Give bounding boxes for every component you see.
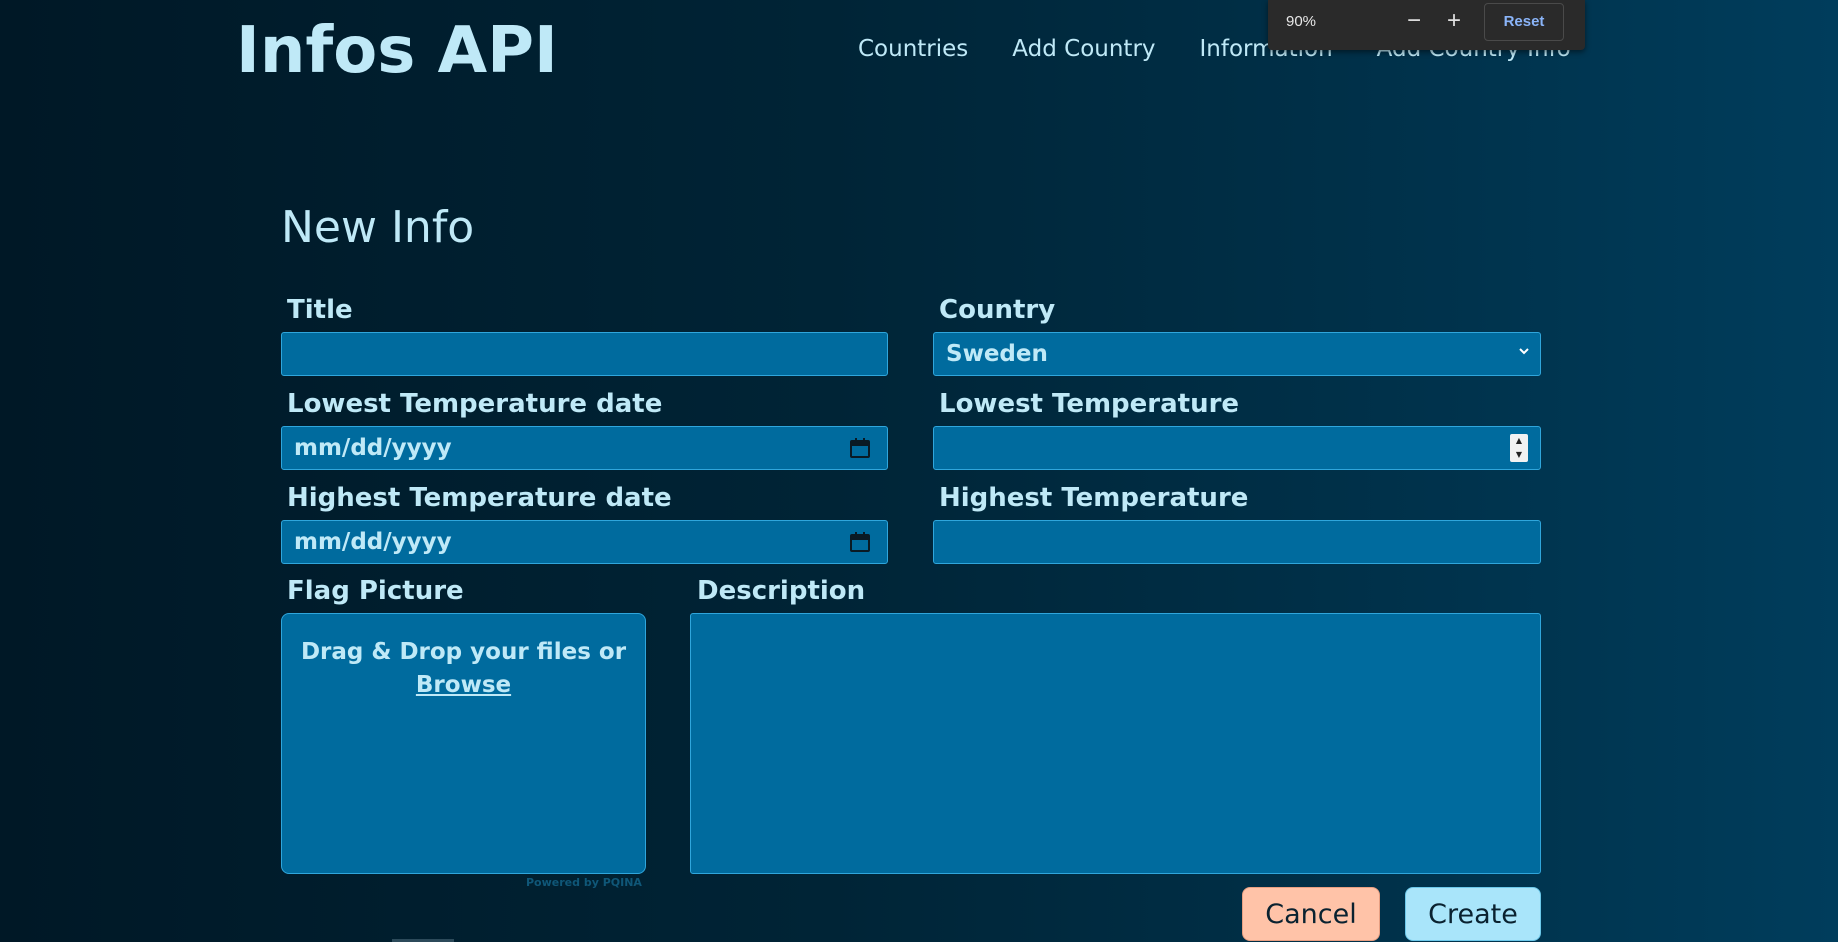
flag-drop-zone[interactable]: Drag & Drop your files or Browse <box>281 613 646 874</box>
drop-zone-text: Drag & Drop your files or Browse <box>282 636 645 702</box>
nav-link-countries[interactable]: Countries <box>858 36 968 62</box>
drop-zone-instructions: Drag & Drop your files or <box>300 639 627 665</box>
powered-by-credit[interactable]: Powered by PQINA <box>526 876 642 889</box>
calendar-icon[interactable] <box>849 531 871 553</box>
zoom-in-button[interactable]: + <box>1439 6 1469 36</box>
highest-temp-date-placeholder: mm/dd/yyyy <box>294 529 452 555</box>
number-spinner[interactable]: ▲ ▼ <box>1510 434 1528 462</box>
highest-temp-label: Highest Temperature <box>939 483 1249 513</box>
country-select[interactable]: Sweden <box>933 332 1541 376</box>
zoom-level: 90% <box>1286 13 1317 30</box>
lowest-temp-date-input[interactable]: mm/dd/yyyy <box>281 426 888 470</box>
nav-link-add-country[interactable]: Add Country <box>1012 36 1155 62</box>
highest-temp-input[interactable] <box>933 520 1541 564</box>
zoom-reset-button[interactable]: Reset <box>1484 3 1564 41</box>
zoom-out-button[interactable]: − <box>1399 6 1429 36</box>
highest-temp-date-input[interactable]: mm/dd/yyyy <box>281 520 888 564</box>
title-input[interactable] <box>281 332 888 376</box>
browser-zoom-popup: 90% − + Reset <box>1268 0 1585 50</box>
highest-temp-date-label: Highest Temperature date <box>287 483 672 513</box>
lowest-temp-date-placeholder: mm/dd/yyyy <box>294 435 452 461</box>
cancel-button[interactable]: Cancel <box>1242 887 1380 941</box>
description-textarea[interactable] <box>690 613 1541 874</box>
browse-link[interactable]: Browse <box>416 672 511 698</box>
chevron-down-icon <box>1519 348 1529 355</box>
description-label: Description <box>697 576 866 606</box>
create-button[interactable]: Create <box>1405 887 1541 941</box>
country-label: Country <box>939 295 1056 325</box>
lowest-temp-input[interactable]: ▲ ▼ <box>933 426 1541 470</box>
title-label: Title <box>287 295 353 325</box>
page-title: New Info <box>281 202 475 253</box>
spinner-down-icon[interactable]: ▼ <box>1510 448 1528 462</box>
flag-picture-label: Flag Picture <box>287 576 464 606</box>
country-select-value: Sweden <box>946 341 1048 367</box>
lowest-temp-label: Lowest Temperature <box>939 389 1240 419</box>
calendar-icon[interactable] <box>849 437 871 459</box>
site-logo[interactable]: Infos API <box>236 14 558 88</box>
spinner-up-icon[interactable]: ▲ <box>1510 434 1528 448</box>
lowest-temp-date-label: Lowest Temperature date <box>287 389 663 419</box>
